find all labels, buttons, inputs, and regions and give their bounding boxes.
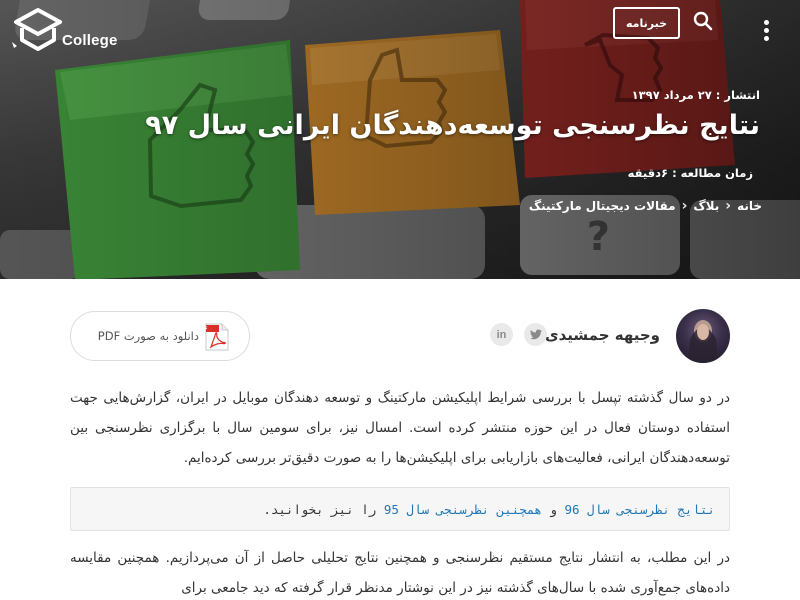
breadcrumb: خانه ‹ بلاگ ‹ مقالات دیجیتال مارکتینگ bbox=[529, 198, 762, 214]
page-title: نتایج نظرسنجی توسعه‌دهندگان ایرانی سال ۹… bbox=[145, 110, 760, 141]
search-icon[interactable] bbox=[692, 10, 714, 32]
link-survey-95[interactable]: همچنین نظرسنجی سال 95 bbox=[384, 502, 542, 517]
newsletter-button[interactable]: خبرنامه bbox=[613, 7, 680, 39]
download-pdf-label: دانلود به صورت PDF bbox=[97, 329, 199, 343]
author-name[interactable]: وجیهه جمشیدی bbox=[545, 326, 660, 344]
breadcrumb-home[interactable]: خانه bbox=[737, 199, 762, 213]
logo-text: College bbox=[62, 32, 118, 49]
svg-text:PDF: PDF bbox=[203, 327, 208, 333]
link-survey-96[interactable]: نتایج نظرسنجی سال 96 bbox=[564, 502, 715, 517]
download-pdf-button[interactable]: PDF دانلود به صورت PDF bbox=[70, 311, 250, 361]
pdf-file-icon: PDF bbox=[203, 323, 229, 351]
twitter-icon[interactable] bbox=[524, 323, 547, 346]
breadcrumb-category[interactable]: مقالات دیجیتال مارکتینگ bbox=[529, 199, 676, 213]
logo-mark-icon bbox=[12, 8, 62, 51]
author-avatar[interactable] bbox=[676, 309, 730, 363]
article-paragraph-1: در دو سال گذشته تپسل با بررسی شرایط اپلی… bbox=[70, 390, 730, 466]
chevron-left-icon: ‹ bbox=[725, 198, 732, 214]
related-posts-note: نتایج نظرسنجی سال 96 و همچنین نظرسنجی سا… bbox=[70, 487, 730, 531]
site-logo[interactable]: College bbox=[8, 6, 118, 54]
publish-date: انتشار : ۲۷ مرداد ۱۳۹۷ bbox=[631, 88, 760, 102]
chevron-left-icon: ‹ bbox=[681, 198, 688, 214]
linkedin-icon[interactable]: in bbox=[490, 323, 513, 346]
read-time: زمان مطالعه : ۶دقیقه bbox=[627, 166, 753, 180]
breadcrumb-blog[interactable]: بلاگ bbox=[693, 199, 719, 213]
menu-dots-icon[interactable] bbox=[762, 20, 770, 42]
article-paragraph-2: در این مطلب، به انتشار نتایج مستقیم نظرس… bbox=[70, 550, 730, 596]
